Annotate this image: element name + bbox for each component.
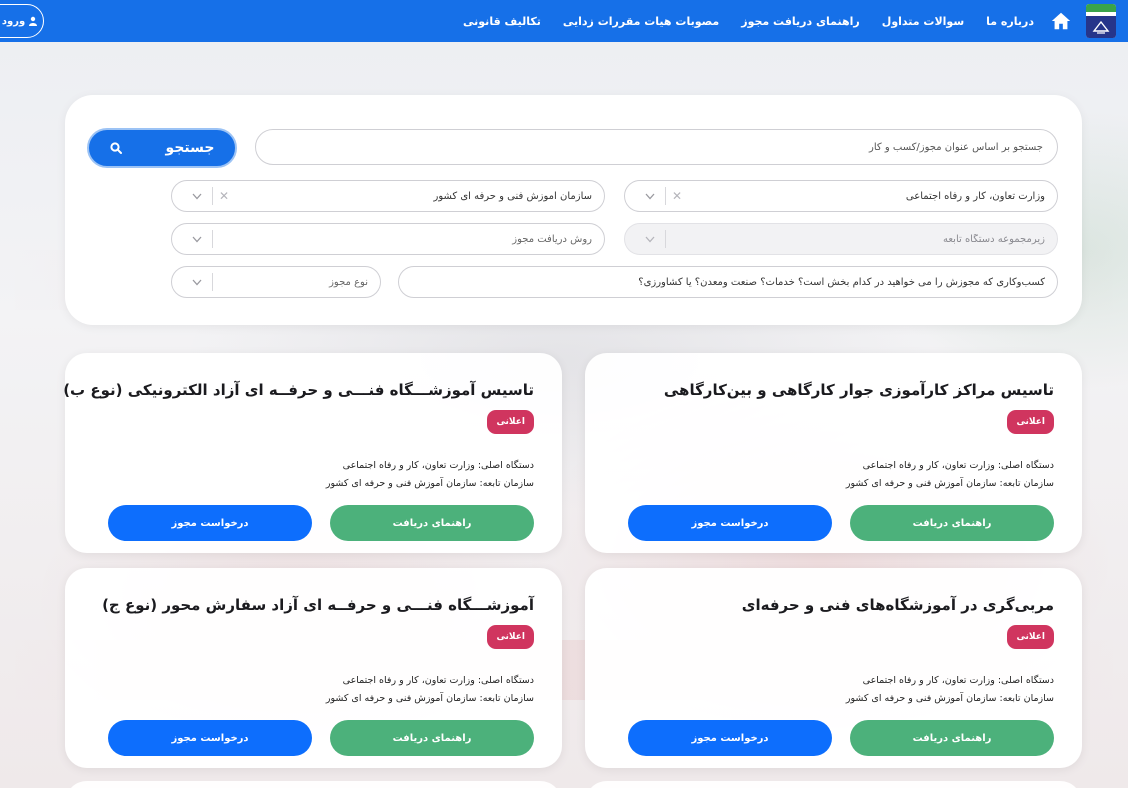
site-logo[interactable] (1086, 4, 1116, 38)
search-panel: جستجو وزارت تعاون، کار و رفاه اجتماعی ✕ … (65, 95, 1082, 325)
request-license-button[interactable]: درخواست مجوز (628, 505, 832, 541)
license-card-info: دستگاه اصلی: وزارت تعاون، کار و رفاه اجت… (326, 672, 534, 708)
license-card-title: تاسیس آموزشـــگاه فنـــی و حرفــه ای آزا… (63, 381, 534, 399)
license-type-badge: اعلانی (1007, 625, 1054, 649)
login-button[interactable]: ورود (0, 4, 44, 38)
guide-button[interactable]: راهنمای دریافت (850, 720, 1054, 756)
guide-button[interactable]: راهنمای دریافت (330, 720, 534, 756)
license-card-info: دستگاه اصلی: وزارت تعاون، کار و رفاه اجت… (846, 672, 1054, 708)
nav-legal-duties[interactable]: تکالیف قانونی (463, 15, 541, 28)
chevron-down-icon[interactable] (635, 236, 665, 243)
license-type-select[interactable]: نوع مجوز (171, 266, 381, 298)
chevron-down-icon[interactable] (182, 236, 212, 243)
main-org-text: دستگاه اصلی: وزارت تعاون، کار و رفاه اجت… (342, 675, 534, 686)
license-card-title: مربی‌گری در آموزشگاه‌های فنی و حرفه‌ای (741, 596, 1054, 614)
license-method-placeholder: روش دریافت مجوز (512, 233, 592, 245)
clear-icon[interactable]: ✕ (213, 189, 235, 203)
ministry-select[interactable]: وزارت تعاون، کار و رفاه اجتماعی ✕ (624, 180, 1058, 212)
sub-organization-select[interactable]: زیرمجموعه دستگاه تابعه (624, 223, 1058, 255)
search-input[interactable] (255, 129, 1058, 165)
main-org-text: دستگاه اصلی: وزارت تعاون، کار و رفاه اجت… (342, 460, 534, 471)
sub-org-text: سازمان تابعه: سازمان آموزش فنی و حرفه ای… (845, 693, 1054, 704)
request-license-button[interactable]: درخواست مجوز (108, 720, 312, 756)
home-icon[interactable] (1050, 10, 1072, 32)
license-card: تاسیس مراکز کارآموزی جوار کارگاهی و بین‌… (585, 353, 1082, 553)
license-card: تاسیس آموزشـــگاه فنـــی و حرفــه ای آزا… (63, 353, 562, 553)
license-type-placeholder: نوع مجوز (329, 276, 368, 288)
license-card-info: دستگاه اصلی: وزارت تعاون، کار و رفاه اجت… (326, 457, 534, 493)
license-card-title: تاسیس مراکز کارآموزی جوار کارگاهی و بین‌… (663, 381, 1054, 399)
license-type-badge: اعلانی (487, 625, 534, 649)
chevron-down-icon[interactable] (182, 279, 212, 286)
search-button[interactable]: جستجو (87, 128, 237, 168)
organization-select[interactable]: سازمان آموزش فنی و حرفه ای کشور ✕ (171, 180, 605, 212)
chevron-down-icon[interactable] (635, 193, 665, 200)
main-org-text: دستگاه اصلی: وزارت تعاون، کار و رفاه اجت… (862, 460, 1054, 471)
guide-button[interactable]: راهنمای دریافت (330, 505, 534, 541)
sub-org-text: سازمان تابعه: سازمان آموزش فنی و حرفه ای… (325, 693, 534, 704)
license-type-badge: اعلانی (1007, 410, 1054, 434)
search-button-label: جستجو (165, 140, 215, 156)
guide-button[interactable]: راهنمای دریافت (850, 505, 1054, 541)
nav-license-guide[interactable]: راهنمای دریافت مجوز (741, 15, 860, 28)
main-org-text: دستگاه اصلی: وزارت تعاون، کار و رفاه اجت… (862, 675, 1054, 686)
organization-select-value: سازمان آموزش فنی و حرفه ای کشور (433, 190, 593, 202)
nav-deregulation[interactable]: مصوبات هیات مقررات زدایی (563, 15, 719, 28)
business-sector-placeholder: کسب‌وکاری که مجوزش را می خواهید در کدام … (638, 276, 1045, 288)
business-sector-input[interactable]: کسب‌وکاری که مجوزش را می خواهید در کدام … (398, 266, 1058, 298)
main-nav: درباره ما سوالات متداول راهنمای دریافت م… (441, 15, 1034, 28)
license-type-badge: اعلانی (487, 410, 534, 434)
top-navbar: درباره ما سوالات متداول راهنمای دریافت م… (0, 0, 1128, 42)
nav-faq[interactable]: سوالات متداول (882, 15, 964, 28)
sub-org-text: سازمان تابعه: سازمان آموزش فنی و حرفه ای… (845, 478, 1054, 489)
search-icon (109, 142, 122, 154)
request-license-button[interactable]: درخواست مجوز (628, 720, 832, 756)
nav-about[interactable]: درباره ما (986, 15, 1034, 28)
request-license-button[interactable]: درخواست مجوز (108, 505, 312, 541)
license-card: مربی‌گری در آموزشگاه‌های فنی و حرفه‌ای ا… (585, 568, 1082, 768)
license-method-select[interactable]: روش دریافت مجوز (171, 223, 605, 255)
login-label: ورود (1, 15, 26, 27)
clear-icon[interactable]: ✕ (666, 189, 688, 203)
sub-org-text: سازمان تابعه: سازمان آموزش فنی و حرفه ای… (325, 478, 534, 489)
license-card-title: آموزشـــگاه فنـــی و حرفــه ای آزاد سفار… (102, 596, 534, 614)
license-card-partial (585, 781, 1082, 788)
user-icon (29, 16, 38, 26)
license-card-info: دستگاه اصلی: وزارت تعاون، کار و رفاه اجت… (846, 457, 1054, 493)
sub-organization-placeholder: زیرمجموعه دستگاه تابعه (942, 233, 1045, 245)
chevron-down-icon[interactable] (182, 193, 212, 200)
license-card: آموزشـــگاه فنـــی و حرفــه ای آزاد سفار… (65, 568, 562, 768)
ministry-select-value: وزارت تعاون، کار و رفاه اجتماعی (905, 190, 1045, 202)
license-card-partial (65, 781, 562, 788)
